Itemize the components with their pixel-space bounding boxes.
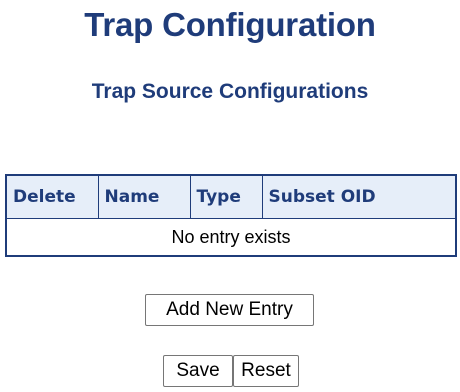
column-header-subset-oid: Subset OID — [262, 175, 456, 219]
reset-button[interactable]: Reset — [233, 355, 299, 387]
column-header-name: Name — [98, 175, 191, 219]
column-header-delete: Delete — [6, 175, 99, 219]
column-header-type: Type — [190, 175, 263, 219]
table-header-row: Delete Name Type Subset OID — [6, 175, 456, 219]
page-title: Trap Configuration — [84, 6, 376, 43]
empty-table-message: No entry exists — [171, 226, 291, 247]
save-button[interactable]: Save — [163, 355, 233, 387]
trap-source-table: Delete Name Type Subset OID No entry exi… — [5, 174, 457, 257]
add-new-entry-button[interactable]: Add New Entry — [145, 294, 314, 326]
table-row: No entry exists — [6, 219, 456, 257]
section-title: Trap Source Configurations — [91, 80, 369, 103]
trap-source-table-container: Delete Name Type Subset OID No entry exi… — [5, 174, 457, 257]
